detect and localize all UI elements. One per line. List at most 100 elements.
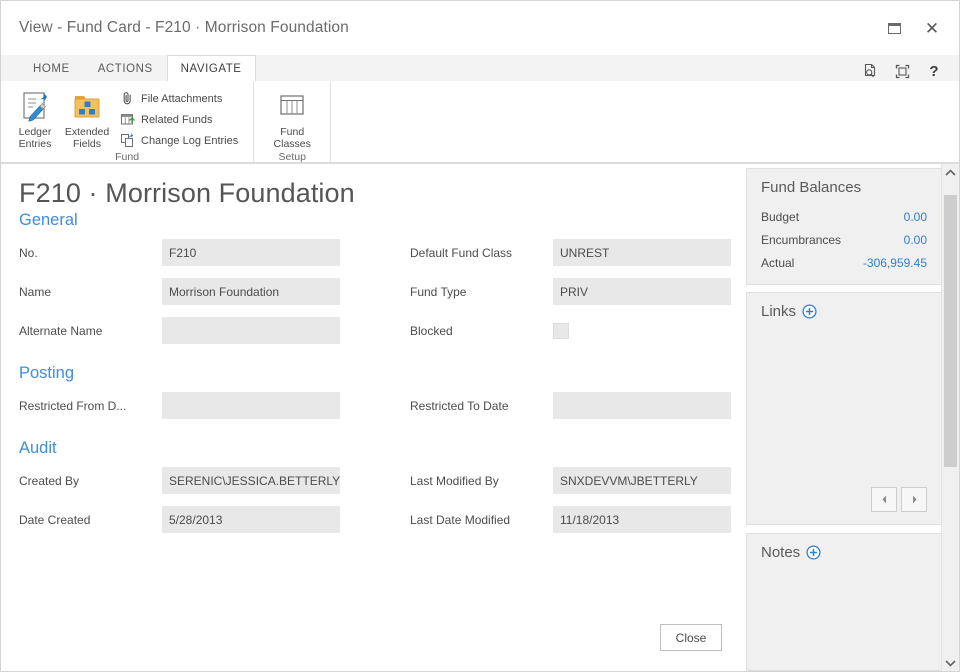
preview-icon-svg	[864, 63, 875, 77]
ribbon: HOME ACTIONS NAVIGATE ? Ledger Entries E…	[1, 55, 959, 164]
extended-fields-button[interactable]: Extended Fields	[61, 86, 113, 151]
factbox-pane: Fund Balances Budget 0.00 Encumbrances 0…	[744, 164, 959, 671]
ledger-entries-label-line2: Entries	[18, 137, 52, 150]
help-icon[interactable]: ?	[921, 59, 947, 83]
factbox-column: Fund Balances Budget 0.00 Encumbrances 0…	[744, 164, 941, 671]
related-funds-button[interactable]: Related Funds	[117, 109, 245, 130]
ribbon-tab-row: HOME ACTIONS NAVIGATE	[1, 55, 959, 81]
ledger-entries-button[interactable]: Ledger Entries	[9, 86, 61, 151]
content-area: F210 · Morrison Foundation General No. F…	[1, 164, 959, 671]
fund-small-commands: File Attachments Related Funds Change Lo…	[117, 86, 245, 151]
tab-home[interactable]: HOME	[19, 55, 84, 81]
fund-balance-key-actual: Actual	[761, 255, 795, 270]
field-value-default-fund-class[interactable]: UNREST	[553, 239, 731, 266]
fund-classes-label: Fund Classes	[273, 126, 311, 150]
factbox-notes: Notes	[746, 533, 941, 671]
notes-title: Notes	[761, 544, 801, 561]
fullscreen-icon-svg	[895, 64, 909, 78]
section-heading-general: General	[19, 211, 78, 229]
fund-balance-value-actual[interactable]: -306,959.45	[863, 256, 927, 270]
ribbon-right-icons: ?	[857, 59, 947, 83]
blocked-checkbox[interactable]	[553, 322, 569, 339]
factbox-scrollbar[interactable]	[941, 164, 959, 671]
preview-icon[interactable]	[857, 59, 883, 83]
extended-fields-label-line1: Extended	[64, 126, 110, 138]
factbox-links: Links	[746, 292, 941, 525]
ledger-entries-icon	[23, 92, 47, 122]
fullscreen-icon[interactable]	[889, 59, 915, 83]
file-attachments-button[interactable]: File Attachments	[117, 88, 245, 109]
page-title: F210 · Morrison Foundation	[19, 178, 355, 208]
field-value-created-by[interactable]: SERENIC\JESSICA.BETTERLY	[162, 467, 340, 494]
add-link-icon[interactable]	[802, 304, 817, 319]
add-note-icon[interactable]	[806, 545, 821, 560]
field-label-name: Name	[19, 284, 52, 299]
fund-balance-value-budget[interactable]: 0.00	[904, 210, 927, 224]
general-fields-grid: No. F210 Default Fund Class UNREST Name …	[19, 239, 744, 344]
scroll-thumb[interactable]	[944, 195, 957, 467]
fund-balance-key-budget: Budget	[761, 209, 800, 224]
fund-card-window: View - Fund Card - F210 · Morrison Found…	[0, 0, 960, 672]
tab-navigate[interactable]: NAVIGATE	[166, 55, 256, 81]
field-label-date-created: Date Created	[19, 512, 91, 527]
field-value-blocked-wrap	[553, 322, 731, 339]
fund-balance-value-encumbrances[interactable]: 0.00	[904, 233, 927, 247]
fund-classes-icon	[280, 95, 304, 115]
field-label-fund-type: Fund Type	[410, 284, 467, 299]
related-funds-label: Related Funds	[141, 113, 213, 126]
change-log-icon	[121, 133, 134, 147]
extended-fields-label-line2: Fields	[72, 137, 101, 150]
fund-balance-row-encumbrances: Encumbrances 0.00	[761, 228, 927, 251]
field-value-no[interactable]: F210	[162, 239, 340, 266]
field-value-restricted-from-date[interactable]	[162, 392, 340, 419]
paperclip-icon	[123, 92, 131, 105]
field-value-fund-type[interactable]: PRIV	[553, 278, 731, 305]
links-previous-button[interactable]	[871, 487, 897, 512]
restore-icon	[887, 22, 901, 34]
audit-fields-grid: Created By SERENIC\JESSICA.BETTERLY Last…	[19, 467, 744, 533]
field-label-last-date-modified: Last Date Modified	[410, 512, 511, 527]
fund-classes-label-line2: Classes	[273, 137, 311, 150]
field-value-last-date-modified[interactable]: 11/18/2013	[553, 506, 731, 533]
factbox-fund-balances: Fund Balances Budget 0.00 Encumbrances 0…	[746, 168, 941, 285]
close-icon: ✕	[924, 18, 940, 38]
scroll-up-button[interactable]	[942, 164, 959, 181]
field-value-alternate-name[interactable]	[162, 317, 340, 344]
posting-fields-grid: Restricted From D... Restricted To Date	[19, 392, 744, 419]
change-log-entries-button[interactable]: Change Log Entries	[117, 130, 245, 151]
field-value-name[interactable]: Morrison Foundation	[162, 278, 340, 305]
restore-window-button[interactable]	[877, 13, 911, 43]
field-label-last-modified-by: Last Modified By	[410, 473, 499, 488]
extended-fields-icon	[74, 96, 100, 118]
fund-balance-row-actual: Actual -306,959.45	[761, 251, 927, 274]
add-link-icon-svg	[802, 304, 817, 319]
field-value-date-created[interactable]: 5/28/2013	[162, 506, 340, 533]
related-funds-icon	[121, 114, 135, 125]
fund-classes-button[interactable]: Fund Classes	[266, 86, 318, 151]
field-label-default-fund-class: Default Fund Class	[410, 245, 513, 260]
field-value-restricted-to-date[interactable]	[553, 392, 731, 419]
links-title: Links	[761, 303, 797, 320]
field-label-blocked: Blocked	[410, 323, 453, 338]
window-controls: ✕	[877, 13, 959, 43]
field-label-restricted-to-date: Restricted To Date	[410, 398, 509, 413]
ribbon-group-fund: Ledger Entries Extended Fields File Atta…	[1, 81, 255, 163]
close-button[interactable]: Close	[660, 624, 722, 651]
scroll-track[interactable]	[942, 181, 959, 654]
close-window-button[interactable]: ✕	[915, 13, 949, 43]
ribbon-group-fund-items: Ledger Entries Extended Fields File Atta…	[1, 81, 253, 151]
help-glyph: ?	[929, 62, 939, 80]
title-bar: View - Fund Card - F210 · Morrison Found…	[1, 1, 959, 55]
chevron-down-icon	[945, 659, 956, 667]
links-next-button[interactable]	[901, 487, 927, 512]
field-label-restricted-from-date: Restricted From D...	[19, 398, 127, 413]
ribbon-group-setup-items: Fund Classes	[254, 81, 330, 151]
field-label-no: No.	[19, 245, 38, 260]
tab-actions[interactable]: ACTIONS	[84, 55, 167, 81]
notes-title-row: Notes	[761, 544, 927, 561]
scroll-down-button[interactable]	[942, 654, 959, 671]
links-pager	[871, 487, 927, 512]
fund-balances-title: Fund Balances	[761, 179, 862, 196]
fund-balance-key-encumbrances: Encumbrances	[761, 232, 842, 247]
field-value-last-modified-by[interactable]: SNXDEVVM\JBETTERLY	[553, 467, 731, 494]
